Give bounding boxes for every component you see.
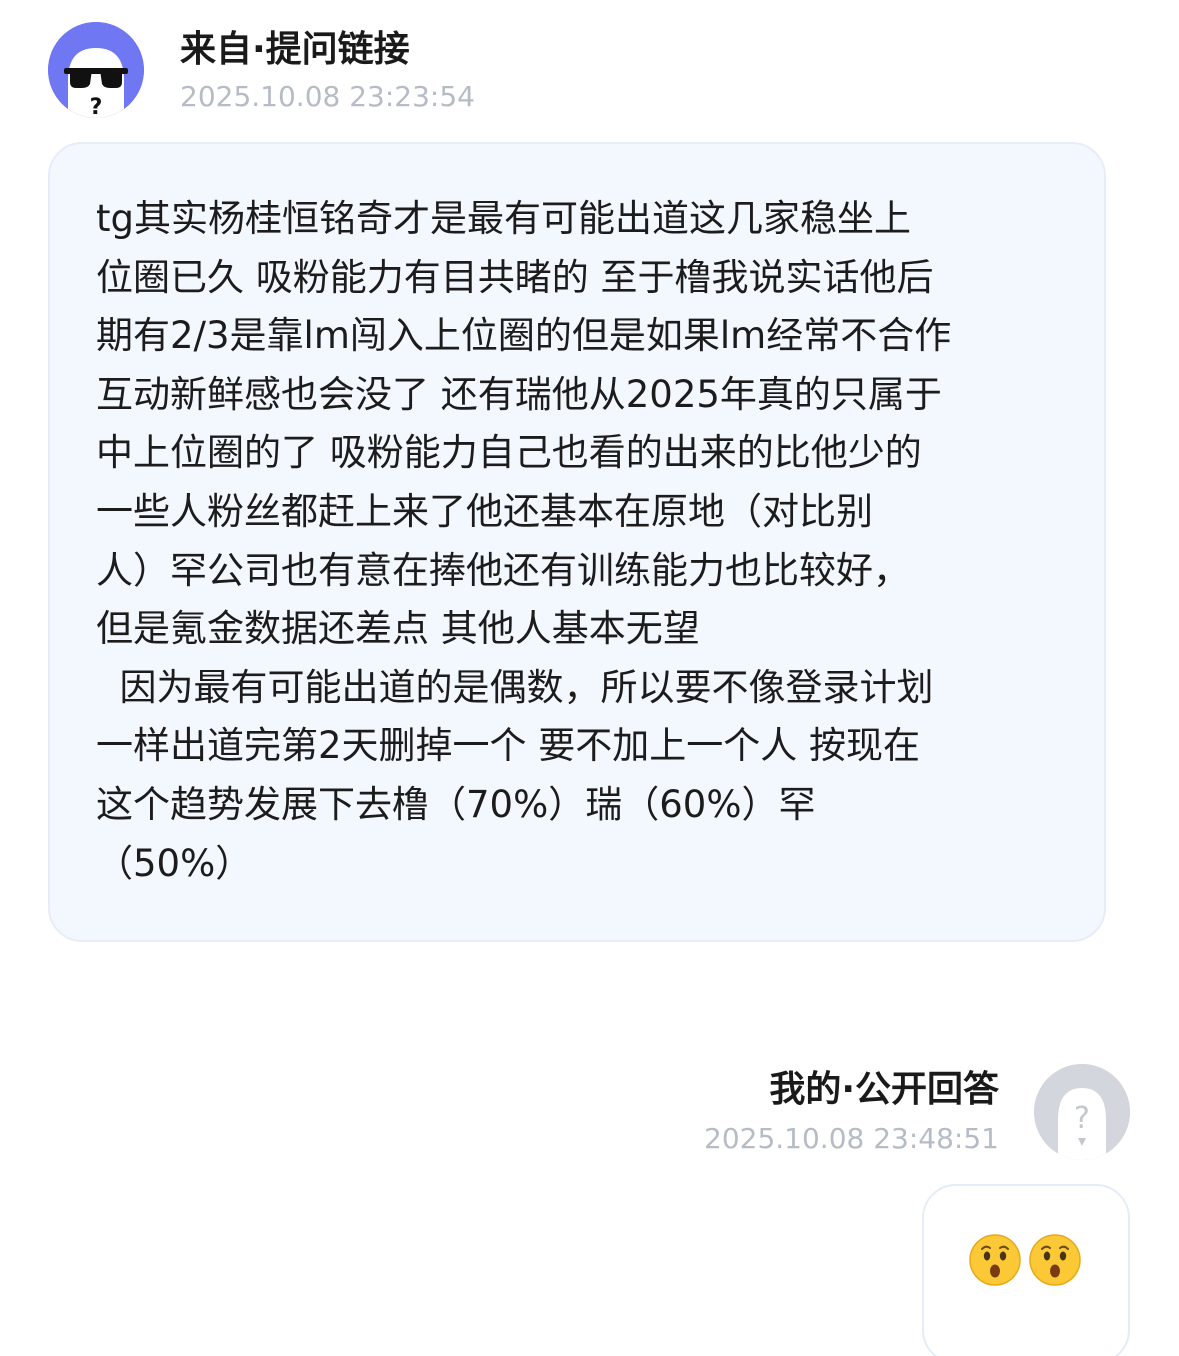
question-ghost-icon: ?: [1034, 1064, 1130, 1160]
svg-text:?: ?: [1074, 1101, 1090, 1136]
question-line: 互动新鲜感也会没了 还有瑞他从2025年真的只属于: [96, 372, 942, 416]
question-sender-label: 来自·提问链接: [180, 29, 410, 70]
question-line: tg其实杨桂恒铭奇才是最有可能出道这几家稳坐上: [96, 197, 911, 240]
question-timestamp: 2025.10.08 23:23:54: [180, 80, 475, 113]
hushed-face-icon: [968, 1233, 1022, 1287]
question-line: 一些人粉丝都赶上来了他还基本在原地（对比别: [96, 489, 873, 533]
my-avatar[interactable]: ?: [1034, 1064, 1130, 1160]
answer-timestamp: 2025.10.08 23:48:51: [704, 1122, 999, 1155]
question-line: 人）罕公司也有意在捧他还有训练能力也比较好，: [96, 548, 910, 592]
question-line: 一样出道完第2天删掉一个 要不加上一个人 按现在: [96, 724, 921, 768]
question-line: 这个趋势发展下去橹（70%）瑞（60%）罕: [96, 782, 816, 826]
question-line: 位圈已久 吸粉能力有目共睹的 至于橹我说实话他后: [96, 255, 934, 299]
answer-emoji-row: [968, 1233, 1082, 1287]
question-line: 中上位圈的了 吸粉能力自己也看的出来的比他少的: [96, 431, 922, 475]
question-line: 但是氪金数据还差点 其他人基本无望: [96, 607, 700, 651]
question-text: tg其实杨桂恒铭奇才是最有可能出道这几家稳坐上 位圈已久 吸粉能力有目共睹的 至…: [96, 190, 1076, 893]
question-line: 因为最有可能出道的是偶数，所以要不像登录计划: [96, 665, 934, 709]
sender-avatar[interactable]: ?: [48, 22, 144, 118]
chat-page: ? 来自·提问链接 2025.10.08 23:23:54 tg其实杨桂恒铭奇才…: [0, 0, 1179, 1356]
question-line: 期有2/3是靠lm闯入上位圈的但是如果lm经常不合作: [96, 314, 952, 358]
svg-text:?: ?: [90, 95, 103, 118]
answer-sender-label: 我的·公开回答: [769, 1069, 999, 1110]
hushed-face-icon: [1028, 1233, 1082, 1287]
question-line: （50%）: [96, 841, 253, 885]
sunglasses-ghost-icon: ?: [48, 22, 144, 118]
